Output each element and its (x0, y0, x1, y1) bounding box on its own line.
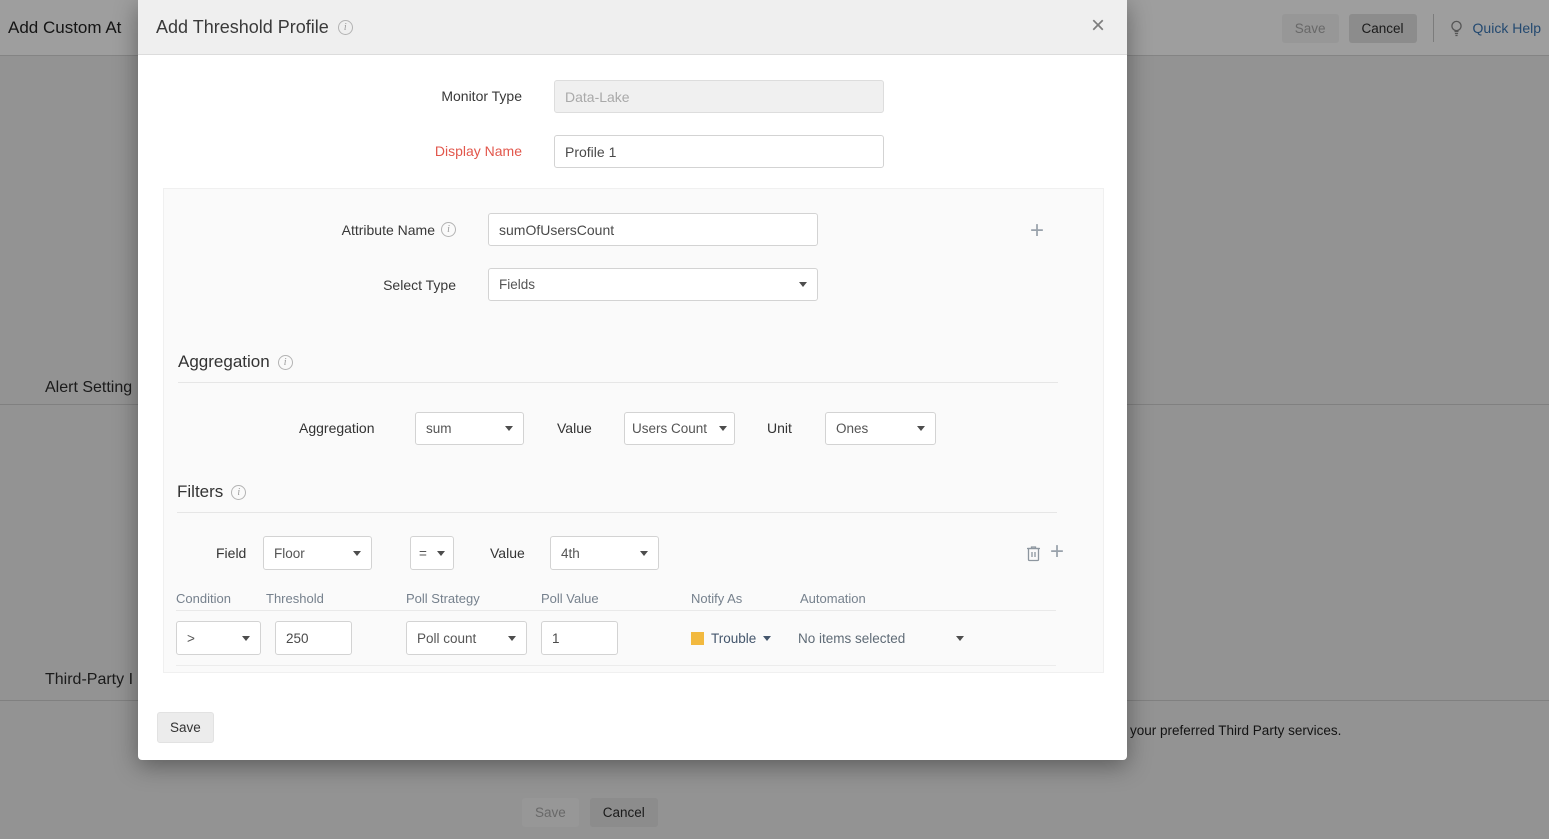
col-header-notify-as: Notify As (691, 591, 742, 606)
automation-dropdown[interactable]: No items selected (798, 621, 964, 655)
display-name-label: Display Name (318, 135, 522, 168)
info-icon: i (441, 222, 456, 237)
attribute-name-label-text: Attribute Name (342, 222, 435, 238)
select-type-label: Select Type (164, 268, 456, 301)
aggregation-value-dropdown[interactable]: Users Count (624, 412, 735, 445)
chevron-down-icon (437, 551, 445, 556)
add-filter-icon[interactable]: + (1042, 538, 1072, 568)
monitor-type-input (554, 80, 884, 113)
modal-title: Add Threshold Profile (156, 17, 329, 38)
divider (176, 610, 1056, 611)
filters-title-text: Filters (177, 482, 223, 502)
col-header-threshold: Threshold (266, 591, 324, 606)
aggregation-function-value: sum (426, 421, 452, 436)
notify-as-value: Trouble (711, 631, 756, 646)
automation-value: No items selected (798, 631, 905, 646)
col-header-automation: Automation (800, 591, 866, 606)
select-type-dropdown[interactable]: Fields (488, 268, 818, 301)
page: Add Custom At Save Cancel Quick Help Ale… (0, 0, 1549, 839)
divider (177, 512, 1057, 513)
info-icon: i (278, 355, 293, 370)
chevron-down-icon (719, 426, 727, 431)
select-type-label-text: Select Type (383, 277, 456, 293)
filter-field-value: Floor (274, 546, 305, 561)
unit-dropdown[interactable]: Ones (825, 412, 936, 445)
poll-strategy-value: Poll count (417, 631, 476, 646)
display-name-input[interactable] (554, 135, 884, 168)
col-header-condition: Condition (176, 591, 231, 606)
unit-value: Ones (836, 421, 868, 436)
condition-dropdown[interactable]: > (176, 621, 261, 655)
poll-strategy-dropdown[interactable]: Poll count (406, 621, 527, 655)
divider (178, 382, 1058, 383)
aggregation-value: Users Count (632, 421, 707, 436)
chevron-down-icon (353, 551, 361, 556)
col-header-poll-strategy: Poll Strategy (406, 591, 480, 606)
field-label: Field (216, 536, 246, 570)
aggregation-label: Aggregation (299, 412, 375, 445)
attribute-panel: Attribute Name i + Select Type Fields Ag… (163, 188, 1104, 673)
aggregation-title-text: Aggregation (178, 352, 270, 372)
chevron-down-icon (505, 426, 513, 431)
filter-value: 4th (561, 546, 580, 561)
chevron-down-icon (508, 636, 516, 641)
filter-value-label: Value (490, 536, 525, 570)
divider (176, 665, 1056, 666)
notify-as-dropdown[interactable]: Trouble (691, 621, 771, 655)
aggregation-section-title: Aggregation i (178, 352, 293, 372)
unit-label: Unit (767, 412, 792, 445)
condition-value: > (187, 631, 195, 646)
filter-operator-dropdown[interactable]: = (410, 536, 454, 570)
col-header-poll-value: Poll Value (541, 591, 599, 606)
chevron-down-icon (799, 282, 807, 287)
delete-filter-icon[interactable] (1026, 544, 1041, 567)
close-icon[interactable]: × (1091, 14, 1105, 38)
info-icon: i (231, 485, 246, 500)
modal-header: Add Threshold Profile i (138, 0, 1127, 55)
filters-section-title: Filters i (177, 482, 246, 502)
aggregation-function-dropdown[interactable]: sum (415, 412, 524, 445)
attribute-name-input[interactable] (488, 213, 818, 246)
monitor-type-label: Monitor Type (338, 80, 522, 112)
chevron-down-icon (640, 551, 648, 556)
modal-save-button[interactable]: Save (157, 712, 214, 743)
add-attribute-icon[interactable]: + (1022, 217, 1052, 247)
chevron-down-icon (242, 636, 250, 641)
info-icon: i (338, 20, 353, 35)
poll-value-input[interactable] (541, 621, 618, 655)
filter-field-dropdown[interactable]: Floor (263, 536, 372, 570)
filter-operator-value: = (419, 546, 427, 561)
value-label: Value (557, 412, 592, 445)
filter-value-dropdown[interactable]: 4th (550, 536, 659, 570)
chevron-down-icon (763, 636, 771, 641)
attribute-name-label: Attribute Name i (164, 213, 456, 246)
chevron-down-icon (917, 426, 925, 431)
chevron-down-icon (956, 636, 964, 641)
threshold-input[interactable] (275, 621, 352, 655)
trouble-status-swatch (691, 632, 704, 645)
select-type-value: Fields (499, 277, 535, 292)
add-threshold-profile-modal: Add Threshold Profile i × Monitor Type D… (138, 0, 1127, 760)
